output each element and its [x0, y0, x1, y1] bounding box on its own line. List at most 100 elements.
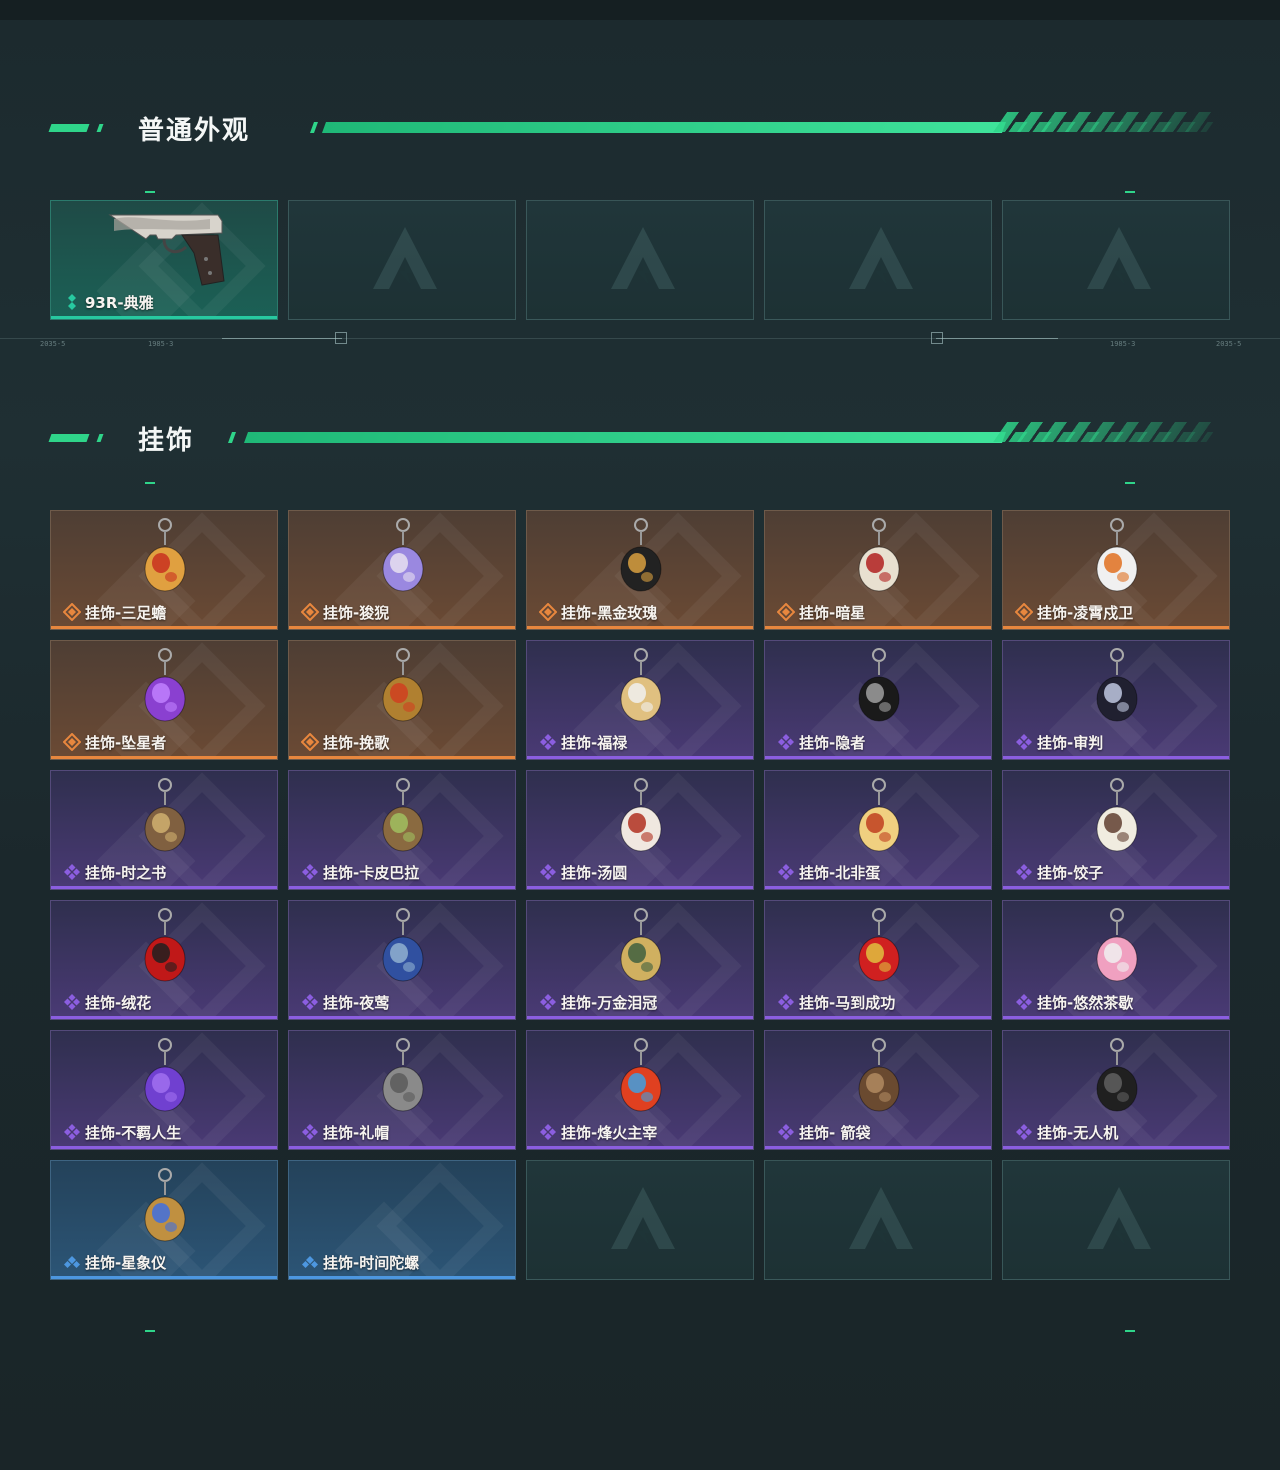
- charm-card[interactable]: 挂饰-烽火主宰: [526, 1030, 754, 1150]
- rarity-purple-icon: [778, 1124, 794, 1140]
- rarity-purple-icon: [540, 1124, 556, 1140]
- charm-card[interactable]: 挂饰-三足蟾: [50, 510, 278, 630]
- charm-card[interactable]: 挂饰-隐者: [764, 640, 992, 760]
- charm-card[interactable]: 挂饰-夜莺: [288, 900, 516, 1020]
- ruler-segment: [222, 338, 342, 339]
- rarity-bar: [51, 316, 277, 319]
- rarity-purple-icon: [778, 864, 794, 880]
- astrolabe-charm-icon: [144, 1168, 186, 1242]
- rarity-bar: [527, 626, 753, 629]
- rarity-orange-icon: [301, 733, 319, 751]
- charm-card[interactable]: 挂饰-绒花: [50, 900, 278, 1020]
- tangyuan-charm-icon: [620, 778, 662, 852]
- rarity-bar: [289, 1016, 515, 1019]
- rarity-orange-icon: [777, 603, 795, 621]
- rarity-bar: [289, 1276, 515, 1279]
- charm-card[interactable]: 挂饰-不羁人生: [50, 1030, 278, 1150]
- gourd-charm-icon: [620, 648, 662, 722]
- charm-label: 挂饰-悠然茶歇: [1037, 994, 1134, 1012]
- charm-label: 挂饰-北非蛋: [799, 864, 881, 882]
- charm-card[interactable]: 挂饰-凌霄戍卫: [1002, 510, 1230, 630]
- corner-mark: [1125, 1330, 1135, 1332]
- rarity-bar: [765, 1016, 991, 1019]
- shakshuka-charm-icon: [858, 778, 900, 852]
- rarity-bar: [51, 1146, 277, 1149]
- charm-label: 挂饰-夜莺: [323, 994, 390, 1012]
- charm-card[interactable]: 挂饰-狻猊: [288, 510, 516, 630]
- corner-mark: [1125, 191, 1135, 193]
- rarity-bar: [527, 1016, 753, 1019]
- charm-card[interactable]: 挂饰-审判: [1002, 640, 1230, 760]
- rarity-purple-icon: [302, 1124, 318, 1140]
- rarity-bar: [51, 886, 277, 889]
- header-accent-bar: [48, 124, 90, 132]
- charm-card[interactable]: 挂饰-卡皮巴拉: [288, 770, 516, 890]
- ruler-square: [335, 332, 347, 344]
- header-checker-pattern: [996, 122, 1214, 132]
- horse-charm-icon: [858, 908, 900, 982]
- quiver-charm-icon: [858, 1038, 900, 1112]
- header-line-tick: [227, 432, 237, 443]
- charm-card[interactable]: 挂饰-饺子: [1002, 770, 1230, 890]
- charm-label: 挂饰-凌霄戍卫: [1037, 604, 1134, 622]
- rarity-orange-icon: [63, 603, 81, 621]
- rarity-bar: [1003, 1146, 1229, 1149]
- charm-card[interactable]: 挂饰-万金泪冠: [526, 900, 754, 1020]
- rarity-purple-icon: [1016, 734, 1032, 750]
- rarity-bar: [289, 756, 515, 759]
- skin-card[interactable]: 93R-典雅: [50, 200, 278, 320]
- charm-card[interactable]: 挂饰- 箭袋: [764, 1030, 992, 1150]
- rarity-bar: [289, 626, 515, 629]
- corner-mark: [1125, 482, 1135, 484]
- rarity-bar: [527, 886, 753, 889]
- charm-label: 挂饰-马到成功: [799, 994, 896, 1012]
- charm-card[interactable]: 挂饰-暗星: [764, 510, 992, 630]
- placeholder-logo-icon: [611, 1187, 675, 1249]
- rarity-orange-icon: [1015, 603, 1033, 621]
- charm-label: 挂饰-星象仪: [85, 1254, 167, 1272]
- charm-card[interactable]: 挂饰-时之书: [50, 770, 278, 890]
- charm-label: 挂饰-时间陀螺: [323, 1254, 420, 1272]
- charm-card[interactable]: 挂饰-无人机: [1002, 1030, 1230, 1150]
- charm-card[interactable]: 挂饰-礼帽: [288, 1030, 516, 1150]
- banner-charm-icon: [620, 1038, 662, 1112]
- section-header-charms: 挂饰: [48, 418, 1230, 458]
- charm-label: 挂饰-审判: [1037, 734, 1104, 752]
- charm-card[interactable]: 挂饰-汤圆: [526, 770, 754, 890]
- dark-star-icon: [858, 518, 900, 592]
- header-checker-pattern: [996, 432, 1214, 442]
- charm-card[interactable]: 挂饰-马到成功: [764, 900, 992, 1020]
- charm-label: 挂饰-饺子: [1037, 864, 1104, 882]
- rarity-purple-icon: [1016, 994, 1032, 1010]
- section-title: 挂饰: [138, 426, 195, 456]
- charm-card[interactable]: 挂饰-福禄: [526, 640, 754, 760]
- charm-label: 挂饰-坠星者: [85, 734, 167, 752]
- charm-card[interactable]: 挂饰-悠然茶歇: [1002, 900, 1230, 1020]
- charm-card[interactable]: 挂饰-黑金玫瑰: [526, 510, 754, 630]
- ruler-line: [0, 338, 1280, 339]
- empty-slot: [1002, 1160, 1230, 1280]
- rarity-orange-icon: [539, 603, 557, 621]
- charm-card[interactable]: 挂饰-坠星者: [50, 640, 278, 760]
- ruler-label: 1985-3: [148, 340, 174, 348]
- rarity-orange-icon: [63, 733, 81, 751]
- charm-label: 挂饰-不羁人生: [85, 1124, 182, 1142]
- placeholder-logo-icon: [611, 227, 675, 289]
- dumpling-charm-icon: [1096, 778, 1138, 852]
- charm-card[interactable]: 挂饰-挽歌: [288, 640, 516, 760]
- rarity-purple-icon: [540, 864, 556, 880]
- rarity-bar: [765, 886, 991, 889]
- rarity-bar: [51, 756, 277, 759]
- ruler-label: 2035-5: [1216, 340, 1242, 348]
- feather-charm-icon: [382, 908, 424, 982]
- charm-card[interactable]: 挂饰-北非蛋: [764, 770, 992, 890]
- top-band: [0, 0, 1280, 20]
- rarity-purple-icon: [302, 864, 318, 880]
- ruler-label: 2035-5: [40, 340, 66, 348]
- charm-card[interactable]: 挂饰-星象仪: [50, 1160, 278, 1280]
- charm-card[interactable]: 挂饰-时间陀螺: [288, 1160, 516, 1280]
- crystal-charm-icon: [144, 648, 186, 722]
- capybara-charm-icon: [382, 778, 424, 852]
- rarity-bar: [51, 1016, 277, 1019]
- rarity-orange-icon: [301, 603, 319, 621]
